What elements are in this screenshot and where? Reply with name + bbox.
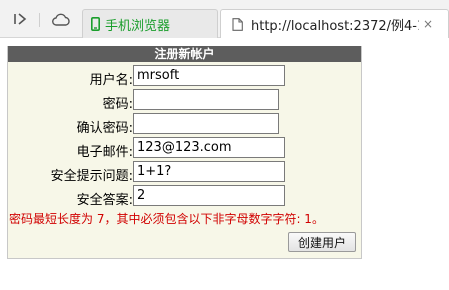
form-title: 注册新帐户 (8, 46, 361, 62)
security-question-label: 安全提示问题: (50, 169, 133, 184)
close-icon[interactable]: × (423, 17, 433, 31)
username-row: 用户名: (8, 64, 361, 88)
email-input[interactable] (133, 137, 285, 158)
tab-mobile-browser[interactable]: 手机浏览器 (82, 9, 218, 38)
password-row: 密码: (8, 88, 361, 112)
username-label: 用户名: (89, 73, 133, 88)
toolbar-separator (39, 13, 40, 27)
username-input[interactable] (133, 65, 285, 86)
security-question-input[interactable] (133, 161, 285, 182)
tab-label: 手机浏览器 (105, 18, 171, 34)
create-user-button[interactable]: 创建用户 (288, 232, 356, 252)
panel-toggle-icon[interactable] (10, 8, 32, 30)
register-form: 注册新帐户 用户名: 密码: 确认密码: 电子邮件: 安全提示问题: 安全答案:… (7, 46, 362, 259)
security-answer-label: 安全答案: (76, 193, 133, 208)
password-error-message: 密码最短长度为 7，其中必须包含以下非字母数字字符: 1。 (9, 212, 324, 226)
tab-localhost[interactable]: http://localhost:2372/例4-19/ × (220, 9, 449, 38)
email-row: 电子邮件: (8, 136, 361, 160)
browser-tab-bar: 手机浏览器 http://localhost:2372/例4-19/ × (0, 0, 449, 38)
tab-label: http://localhost:2372/例4-19/ (251, 18, 419, 34)
password-input[interactable] (133, 89, 279, 110)
confirm-password-row: 确认密码: (8, 112, 361, 136)
phone-icon (91, 17, 100, 31)
password-label: 密码: (102, 97, 133, 112)
confirm-password-label: 确认密码: (76, 121, 133, 136)
page-icon (232, 17, 243, 31)
security-answer-input[interactable] (133, 185, 285, 206)
security-answer-row: 安全答案: (8, 184, 361, 208)
confirm-password-input[interactable] (133, 113, 279, 134)
security-question-row: 安全提示问题: (8, 160, 361, 184)
cloud-icon[interactable] (50, 8, 72, 30)
email-label: 电子邮件: (76, 145, 133, 160)
